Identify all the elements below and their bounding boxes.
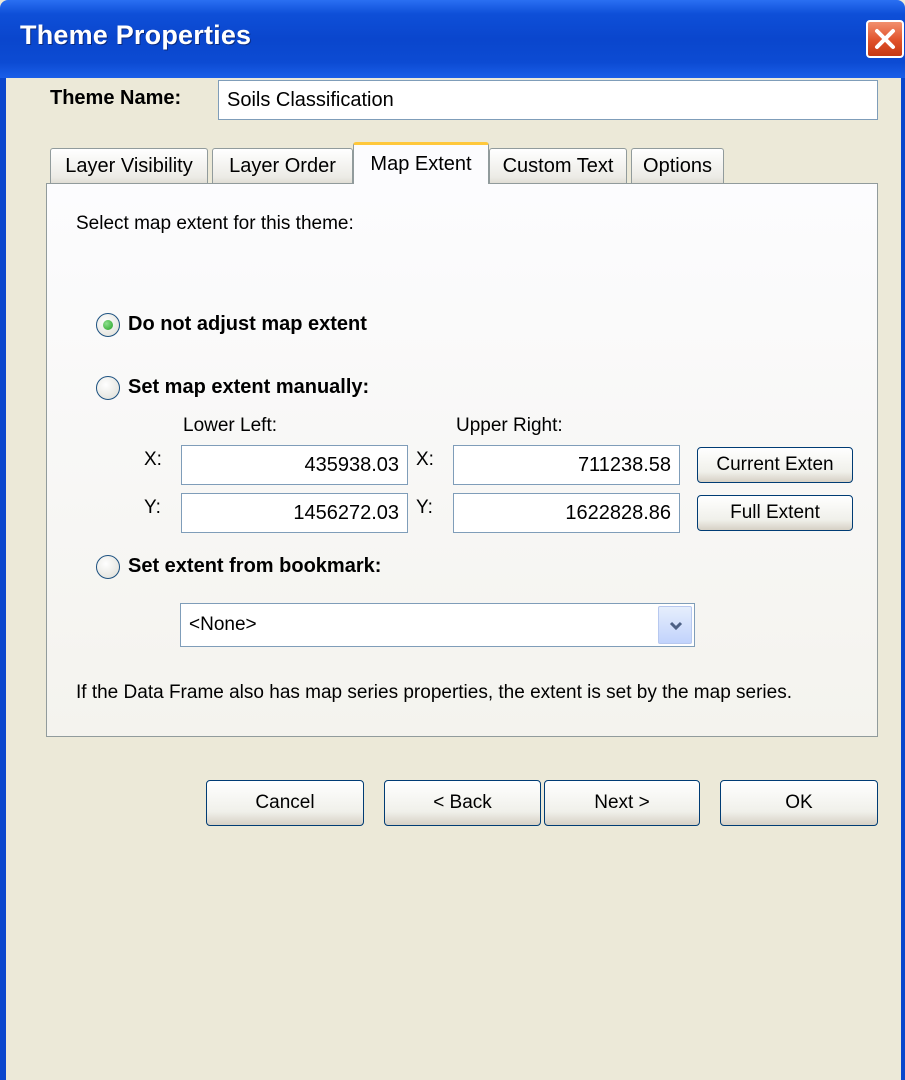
- lower-left-y-input[interactable]: 1456272.03: [181, 493, 408, 533]
- lower-left-x-label: X:: [144, 449, 162, 470]
- lower-left-y-label: Y:: [144, 497, 161, 518]
- radio-selected-dot: [103, 320, 113, 330]
- radio-from-bookmark-label[interactable]: Set extent from bookmark:: [128, 555, 381, 578]
- theme-name-input[interactable]: Soils Classification: [218, 80, 878, 120]
- upper-right-x-input[interactable]: 711238.58: [453, 445, 680, 485]
- upper-right-x-value: 711238.58: [577, 453, 671, 476]
- title-bar[interactable]: Theme Properties: [0, 0, 905, 78]
- radio-set-manually[interactable]: [96, 376, 120, 400]
- tab-layer-visibility[interactable]: Layer Visibility: [50, 148, 208, 184]
- window-frame-right: [901, 78, 905, 1080]
- instruction-text: Select map extent for this theme:: [76, 213, 354, 234]
- back-button[interactable]: < Back: [384, 780, 541, 826]
- full-extent-button[interactable]: Full Extent: [697, 495, 853, 531]
- close-button[interactable]: [866, 20, 904, 58]
- window-frame-left: [0, 78, 6, 1080]
- bookmark-select[interactable]: <None>: [180, 603, 695, 647]
- cancel-button[interactable]: Cancel: [206, 780, 364, 826]
- next-button[interactable]: Next >: [544, 780, 700, 826]
- bookmark-dropdown-button[interactable]: [658, 606, 692, 644]
- radio-do-not-adjust[interactable]: [96, 313, 120, 337]
- map-series-note: If the Data Frame also has map series pr…: [76, 682, 792, 703]
- upper-right-y-input[interactable]: 1622828.86: [453, 493, 680, 533]
- tab-layer-order[interactable]: Layer Order: [212, 148, 353, 184]
- upper-right-y-label: Y:: [416, 497, 433, 518]
- radio-from-bookmark[interactable]: [96, 555, 120, 579]
- radio-set-manually-label[interactable]: Set map extent manually:: [128, 376, 369, 399]
- theme-name-value: Soils Classification: [227, 88, 394, 111]
- tab-custom-text[interactable]: Custom Text: [489, 148, 627, 184]
- theme-name-label: Theme Name:: [50, 87, 182, 109]
- ok-button[interactable]: OK: [720, 780, 878, 826]
- upper-right-label: Upper Right:: [456, 415, 563, 436]
- lower-left-label: Lower Left:: [183, 415, 277, 436]
- theme-properties-dialog: Theme Properties Theme Name: Soils Class…: [0, 0, 905, 1080]
- window-title: Theme Properties: [20, 20, 252, 50]
- current-extent-button[interactable]: Current Exten: [697, 447, 853, 483]
- upper-right-x-label: X:: [416, 449, 434, 470]
- upper-right-y-value: 1622828.86: [565, 501, 671, 524]
- tab-options[interactable]: Options: [631, 148, 724, 184]
- lower-left-x-input[interactable]: 435938.03: [181, 445, 408, 485]
- tab-map-extent[interactable]: Map Extent: [353, 142, 489, 184]
- lower-left-y-value: 1456272.03: [293, 501, 399, 524]
- radio-do-not-adjust-label[interactable]: Do not adjust map extent: [128, 313, 367, 336]
- lower-left-x-value: 435938.03: [304, 453, 399, 476]
- bookmark-select-value: <None>: [189, 614, 257, 635]
